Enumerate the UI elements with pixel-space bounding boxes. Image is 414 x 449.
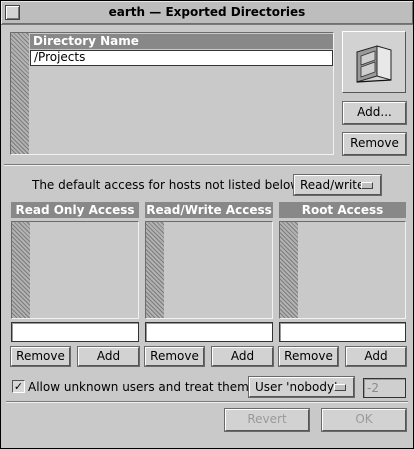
read-only-access-gutter <box>12 222 30 318</box>
root-access-header: Root Access <box>279 202 406 218</box>
directory-row-label: /Projects <box>34 50 86 64</box>
exported-directories-window: earth — Exported Directories Directory N… <box>0 0 414 449</box>
read-only-add-button[interactable]: Add <box>78 347 139 366</box>
separator-top <box>4 164 410 166</box>
default-access-label: The default access for hosts not listed … <box>32 178 318 192</box>
read-write-access-list[interactable] <box>145 221 273 319</box>
read-only-access-header: Read Only Access <box>11 202 139 218</box>
ok-button[interactable]: OK <box>322 409 406 431</box>
allow-unknown-users-label: Allow unknown users and treat them as: <box>28 380 271 394</box>
allow-unknown-users-checkbox[interactable]: ✓ <box>12 380 25 393</box>
read-only-remove-button[interactable]: Remove <box>11 347 70 366</box>
root-access-input[interactable] <box>279 322 406 342</box>
remove-directory-button[interactable]: Remove <box>343 133 406 155</box>
root-access-list[interactable] <box>279 221 406 319</box>
unknown-user-menu[interactable]: User 'nobody' <box>249 377 354 397</box>
title-bar[interactable]: earth — Exported Directories <box>1 1 413 25</box>
checkmark-icon: ✓ <box>13 380 24 393</box>
read-only-access-input[interactable] <box>11 322 139 342</box>
unknown-user-value: User 'nobody' <box>255 380 338 394</box>
separator-bottom <box>6 401 408 403</box>
menu-indicator-icon <box>334 384 346 391</box>
default-access-menu[interactable]: Read/write <box>294 175 381 195</box>
directory-row[interactable]: /Projects <box>30 50 333 66</box>
folder-share-icon <box>356 45 392 83</box>
revert-button[interactable]: Revert <box>225 409 309 431</box>
uid-input[interactable]: -2 <box>363 378 406 398</box>
add-directory-button[interactable]: Add... <box>343 102 406 124</box>
directory-icon <box>342 31 406 93</box>
root-remove-button[interactable]: Remove <box>279 347 338 366</box>
default-access-value: Read/write <box>300 178 365 192</box>
directory-list-gutter <box>11 33 29 154</box>
read-only-access-list[interactable] <box>11 221 139 319</box>
directory-list-header: Directory Name <box>30 34 333 49</box>
read-write-access-header: Read/Write Access <box>145 202 273 218</box>
uid-value: -2 <box>367 381 379 395</box>
window-title: earth — Exported Directories <box>108 5 306 19</box>
root-access-gutter <box>280 222 298 318</box>
directory-list[interactable]: Directory Name /Projects <box>10 32 334 155</box>
read-write-access-gutter <box>146 222 164 318</box>
root-add-button[interactable]: Add <box>346 347 406 366</box>
read-write-access-input[interactable] <box>145 322 273 342</box>
menu-indicator-icon <box>361 182 373 189</box>
read-write-remove-button[interactable]: Remove <box>145 347 204 366</box>
read-write-add-button[interactable]: Add <box>212 347 273 366</box>
